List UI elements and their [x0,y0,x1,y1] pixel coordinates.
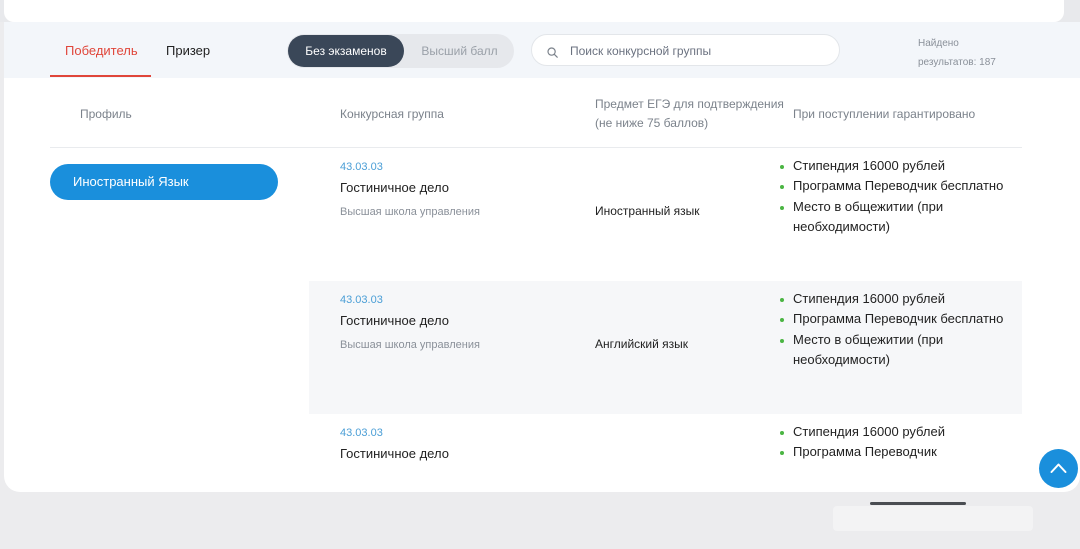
guarantee-item: Место в общежитии (при необходимости) [779,197,1019,238]
guarantee-item: Место в общежитии (при необходимости) [779,330,1019,371]
guarantee-list: Стипендия 16000 рублей Программа Перевод… [779,289,1019,370]
toggle-no-exams[interactable]: Без экзаменов [288,35,404,67]
results-count-value: результатов: 187 [918,57,996,68]
guarantee-item: Программа Переводчик [779,442,1019,462]
guarantee-list: Стипендия 16000 рублей Программа Перевод… [779,422,1019,463]
group-code[interactable]: 43.03.03 [340,427,383,439]
active-tab-underline [50,75,151,77]
results-count-label: Найдено [918,38,959,49]
scroll-to-top-button[interactable] [1039,449,1078,488]
background-card [833,506,1033,531]
column-header-group: Конкурсная группа [340,107,444,121]
search-input[interactable] [570,41,830,61]
guarantee-item: Программа Переводчик бесплатно [779,176,1019,196]
search-box [531,34,840,66]
table-row[interactable]: 43.03.03 Гостиничное дело Стипендия 1600… [309,414,1022,492]
table-row[interactable]: 43.03.03 Гостиничное дело Высшая школа у… [309,281,1022,414]
tab-prize[interactable]: Призер [166,43,210,58]
search-icon [547,45,558,58]
column-header-subject-line2: (не ниже 75 баллов) [595,116,709,130]
home-indicator [870,502,966,505]
column-header-profile: Профиль [80,107,132,121]
results-panel: Победитель Призер Без экзаменов Высший б… [4,22,1080,492]
toggle-highest-score[interactable]: Высший балл [407,35,512,67]
guarantee-item: Программа Переводчик бесплатно [779,309,1019,329]
exam-mode-toggle: Без экзаменов Высший балл [287,34,514,68]
guarantee-item: Стипендия 16000 рублей [779,289,1019,309]
school-name: Высшая школа управления [340,206,480,218]
group-name: Гостиничное дело [340,180,449,195]
top-card [4,0,1064,22]
column-header-subject-line1: Предмет ЕГЭ для подтверждения [595,97,784,111]
column-header-guarantee: При поступлении гарантировано [793,107,976,121]
guarantee-item: Стипендия 16000 рублей [779,156,1019,176]
guarantee-list: Стипендия 16000 рублей Программа Перевод… [779,156,1019,237]
exam-subject: Английский язык [595,337,689,351]
group-code[interactable]: 43.03.03 [340,161,383,173]
table-row[interactable]: 43.03.03 Гостиничное дело Высшая школа у… [309,148,1022,281]
guarantee-item: Стипендия 16000 рублей [779,422,1019,442]
group-name: Гостиничное дело [340,313,449,328]
arrow-up-icon [1050,463,1067,473]
filter-bar: Победитель Призер Без экзаменов Высший б… [4,22,1080,78]
tab-winner[interactable]: Победитель [65,43,138,58]
group-name: Гостиничное дело [340,446,449,461]
exam-subject: Иностранный язык [595,204,700,218]
school-name: Высшая школа управления [340,339,480,351]
group-code[interactable]: 43.03.03 [340,294,383,306]
column-header-subject: Предмет ЕГЭ для подтверждения (не ниже 7… [595,95,784,133]
results-count: Найдено результатов: 187 [918,34,996,72]
profile-button-foreign-language[interactable]: Иностранный Язык [50,164,278,200]
